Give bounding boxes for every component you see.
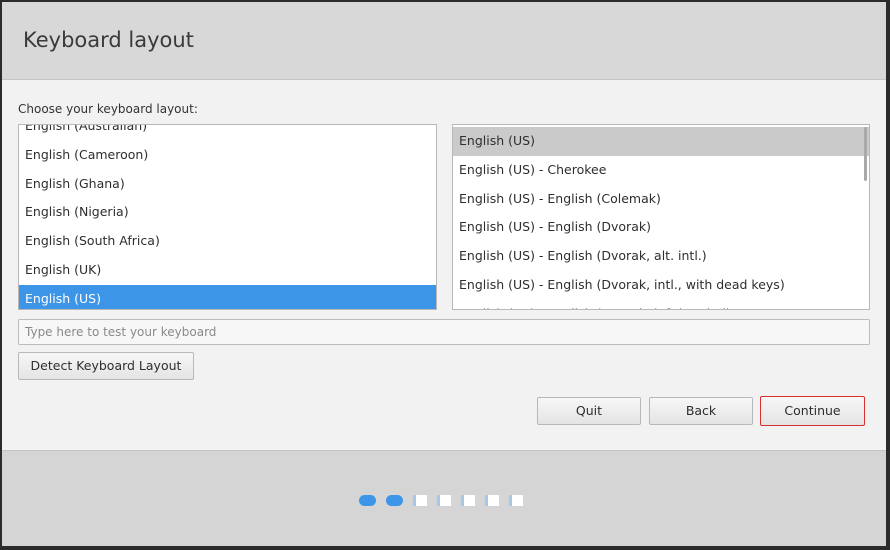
progress-step-completed: [386, 495, 403, 506]
variant-list-scrollbar[interactable]: [864, 127, 867, 181]
quit-button[interactable]: Quit: [537, 397, 641, 425]
keyboard-layout-list-items: English (Australian) English (Cameroon) …: [19, 125, 436, 309]
layout-item[interactable]: English (South Africa): [19, 227, 436, 256]
progress-step-pending: [509, 495, 523, 506]
installer-window: Keyboard layout Choose your keyboard lay…: [2, 2, 886, 546]
layout-item-selected[interactable]: English (US): [19, 284, 436, 309]
variant-item[interactable]: English (US) - English (Colemak): [453, 185, 869, 214]
layout-item[interactable]: English (Cameroon): [19, 141, 436, 170]
back-button[interactable]: Back: [649, 397, 753, 425]
detect-keyboard-layout-button[interactable]: Detect Keyboard Layout: [18, 352, 194, 380]
variant-item-selected[interactable]: English (US): [453, 127, 869, 156]
keyboard-layout-list[interactable]: English (Australian) English (Cameroon) …: [18, 124, 437, 310]
variant-item[interactable]: English (US) - Cherokee: [453, 156, 869, 185]
header-bar: Keyboard layout: [2, 2, 886, 80]
variant-item[interactable]: English (US) - English (Dvorak, left-han…: [453, 300, 869, 309]
keyboard-variant-list-items: English (US) English (US) - Cherokee Eng…: [453, 127, 869, 309]
layout-item[interactable]: English (UK): [19, 256, 436, 285]
keyboard-variant-list[interactable]: English (US) English (US) - Cherokee Eng…: [452, 124, 870, 310]
page-title: Keyboard layout: [23, 28, 194, 52]
layout-item[interactable]: English (Ghana): [19, 170, 436, 199]
variant-item[interactable]: English (US) - English (Dvorak, intl., w…: [453, 271, 869, 300]
installation-progress-indicator: [359, 495, 533, 506]
continue-button[interactable]: Continue: [760, 396, 865, 426]
variant-item[interactable]: English (US) - English (Dvorak): [453, 213, 869, 242]
progress-step-pending: [413, 495, 427, 506]
progress-step-pending: [461, 495, 475, 506]
layout-item[interactable]: English (Australian): [19, 125, 436, 141]
variant-item[interactable]: English (US) - English (Dvorak, alt. int…: [453, 242, 869, 271]
layout-prompt-label: Choose your keyboard layout:: [18, 102, 198, 116]
keyboard-test-input[interactable]: [18, 319, 870, 345]
progress-step-pending: [485, 495, 499, 506]
layout-item[interactable]: English (Nigeria): [19, 198, 436, 227]
progress-step-pending: [437, 495, 451, 506]
footer-bar: [2, 450, 886, 546]
progress-step-completed: [359, 495, 376, 506]
